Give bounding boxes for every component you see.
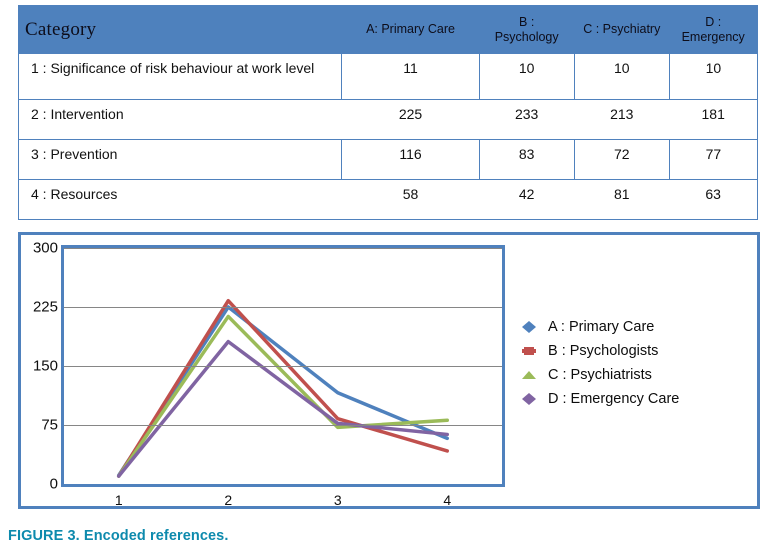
series-line (117, 298, 449, 478)
legend-item-label: D : Emergency Care (548, 391, 680, 407)
y-axis-tick-label: 150 (32, 357, 58, 375)
gridline (64, 366, 502, 367)
y-axis: 0 75 150 225 300 (21, 240, 61, 493)
legend-item-label: C : Psychiatrists (548, 367, 652, 383)
cell-r4-c2: 42 (479, 179, 575, 220)
column-header-psychology-line1: B : (519, 14, 535, 29)
row-label-significance: 1 : Significance of risk behaviour at wo… (18, 53, 343, 100)
column-header-category: Category (25, 18, 97, 40)
legend-item[interactable]: B : Psychologists (519, 339, 749, 363)
cell-r3-c4: 77 (669, 139, 758, 180)
column-header-emergency-line1: D : (705, 14, 722, 29)
legend-item[interactable]: C : Psychiatrists (519, 363, 749, 387)
cell-r4-c1: 58 (341, 179, 480, 220)
diamond-marker-icon (522, 321, 536, 333)
cell-r2-c4: 181 (669, 99, 758, 140)
legend-marker-icon (519, 366, 539, 384)
cell-r1-c3: 10 (574, 53, 670, 100)
line-chart: 0 75 150 225 300 1 2 3 4 A : Primary Care B : Ps… (18, 232, 760, 509)
legend-marker-icon (519, 342, 539, 360)
plot-inner (64, 248, 502, 484)
cell-r2-c1: 225 (341, 99, 480, 140)
table-row: 2 : Intervention 225 233 213 181 (18, 99, 758, 140)
y-axis-tick-label: 0 (49, 475, 58, 493)
chart-legend: A : Primary Care B : Psychologists C : Psy… (519, 315, 749, 411)
legend-marker-icon (519, 390, 539, 408)
y-axis-tick-label: 300 (32, 239, 58, 257)
y-axis-tick-label: 75 (41, 416, 58, 434)
cell-r1-c1: 11 (341, 53, 480, 100)
column-header-primary-care-label: A: Primary Care (366, 22, 455, 36)
x-axis-tick-label: 2 (224, 492, 233, 508)
x-axis-tick-label: 1 (114, 492, 123, 508)
y-axis-tick-label: 225 (32, 298, 58, 316)
x-axis-tick-label: 4 (443, 492, 452, 508)
table-body: 1 : Significance of risk behaviour at wo… (18, 53, 758, 220)
gridline (64, 248, 502, 249)
row-label-prevention: 3 : Prevention (18, 139, 343, 180)
cell-r2-c2: 233 (479, 99, 575, 140)
cell-r3-c1: 116 (341, 139, 480, 180)
cell-r3-c3: 72 (574, 139, 670, 180)
legend-item-label: A : Primary Care (548, 319, 655, 335)
legend-item[interactable]: D : Emergency Care (519, 387, 749, 411)
legend-marker-icon (519, 318, 539, 336)
x-axis-tick-label: 3 (333, 492, 342, 508)
column-header-psychiatry: C : Psychiatry (574, 6, 669, 54)
figure-caption: FIGURE 3. Encoded references. (8, 528, 229, 544)
plot-area (61, 245, 505, 487)
cell-r1-c4: 10 (669, 53, 758, 100)
chart-inner: 0 75 150 225 300 1 2 3 4 A : Primary Care B : Ps… (21, 235, 757, 509)
diamond-marker-icon (522, 393, 536, 405)
column-header-emergency: D : Emergency (669, 6, 757, 54)
table-row: 4 : Resources 58 42 81 63 (18, 179, 758, 220)
cell-r2-c3: 213 (574, 99, 670, 140)
encoded-references-table: Category A: Primary Care B : Psychology C… (18, 5, 758, 220)
gridline (64, 307, 502, 308)
data-table: Category A: Primary Care B : Psychology C… (18, 5, 758, 220)
column-header-psychology: B : Psychology (479, 6, 574, 54)
cell-r1-c2: 10 (479, 53, 575, 100)
cell-r4-c3: 81 (574, 179, 670, 220)
column-header-primary-care: A: Primary Care (342, 6, 479, 54)
square-marker-icon (522, 347, 536, 355)
table-row: 3 : Prevention 116 83 72 77 (18, 139, 758, 180)
column-header-emergency-line2: Emergency (681, 29, 745, 44)
legend-item[interactable]: A : Primary Care (519, 315, 749, 339)
table-header: Category A: Primary Care B : Psychology C… (18, 5, 758, 54)
series-line (117, 305, 449, 478)
cell-r4-c4: 63 (669, 179, 758, 220)
triangle-marker-icon (522, 371, 536, 379)
gridline (64, 425, 502, 426)
row-label-intervention: 2 : Intervention (18, 99, 342, 140)
table-row: 1 : Significance of risk behaviour at wo… (18, 53, 758, 100)
column-header-psychology-line2: Psychology (494, 29, 559, 44)
table-header-row: Category A: Primary Care B : Psychology C… (18, 5, 758, 54)
cell-r3-c2: 83 (479, 139, 575, 180)
row-label-resources: 4 : Resources (18, 179, 342, 220)
column-header-psychiatry-label: C : Psychiatry (583, 22, 661, 36)
legend-item-label: B : Psychologists (548, 343, 659, 359)
